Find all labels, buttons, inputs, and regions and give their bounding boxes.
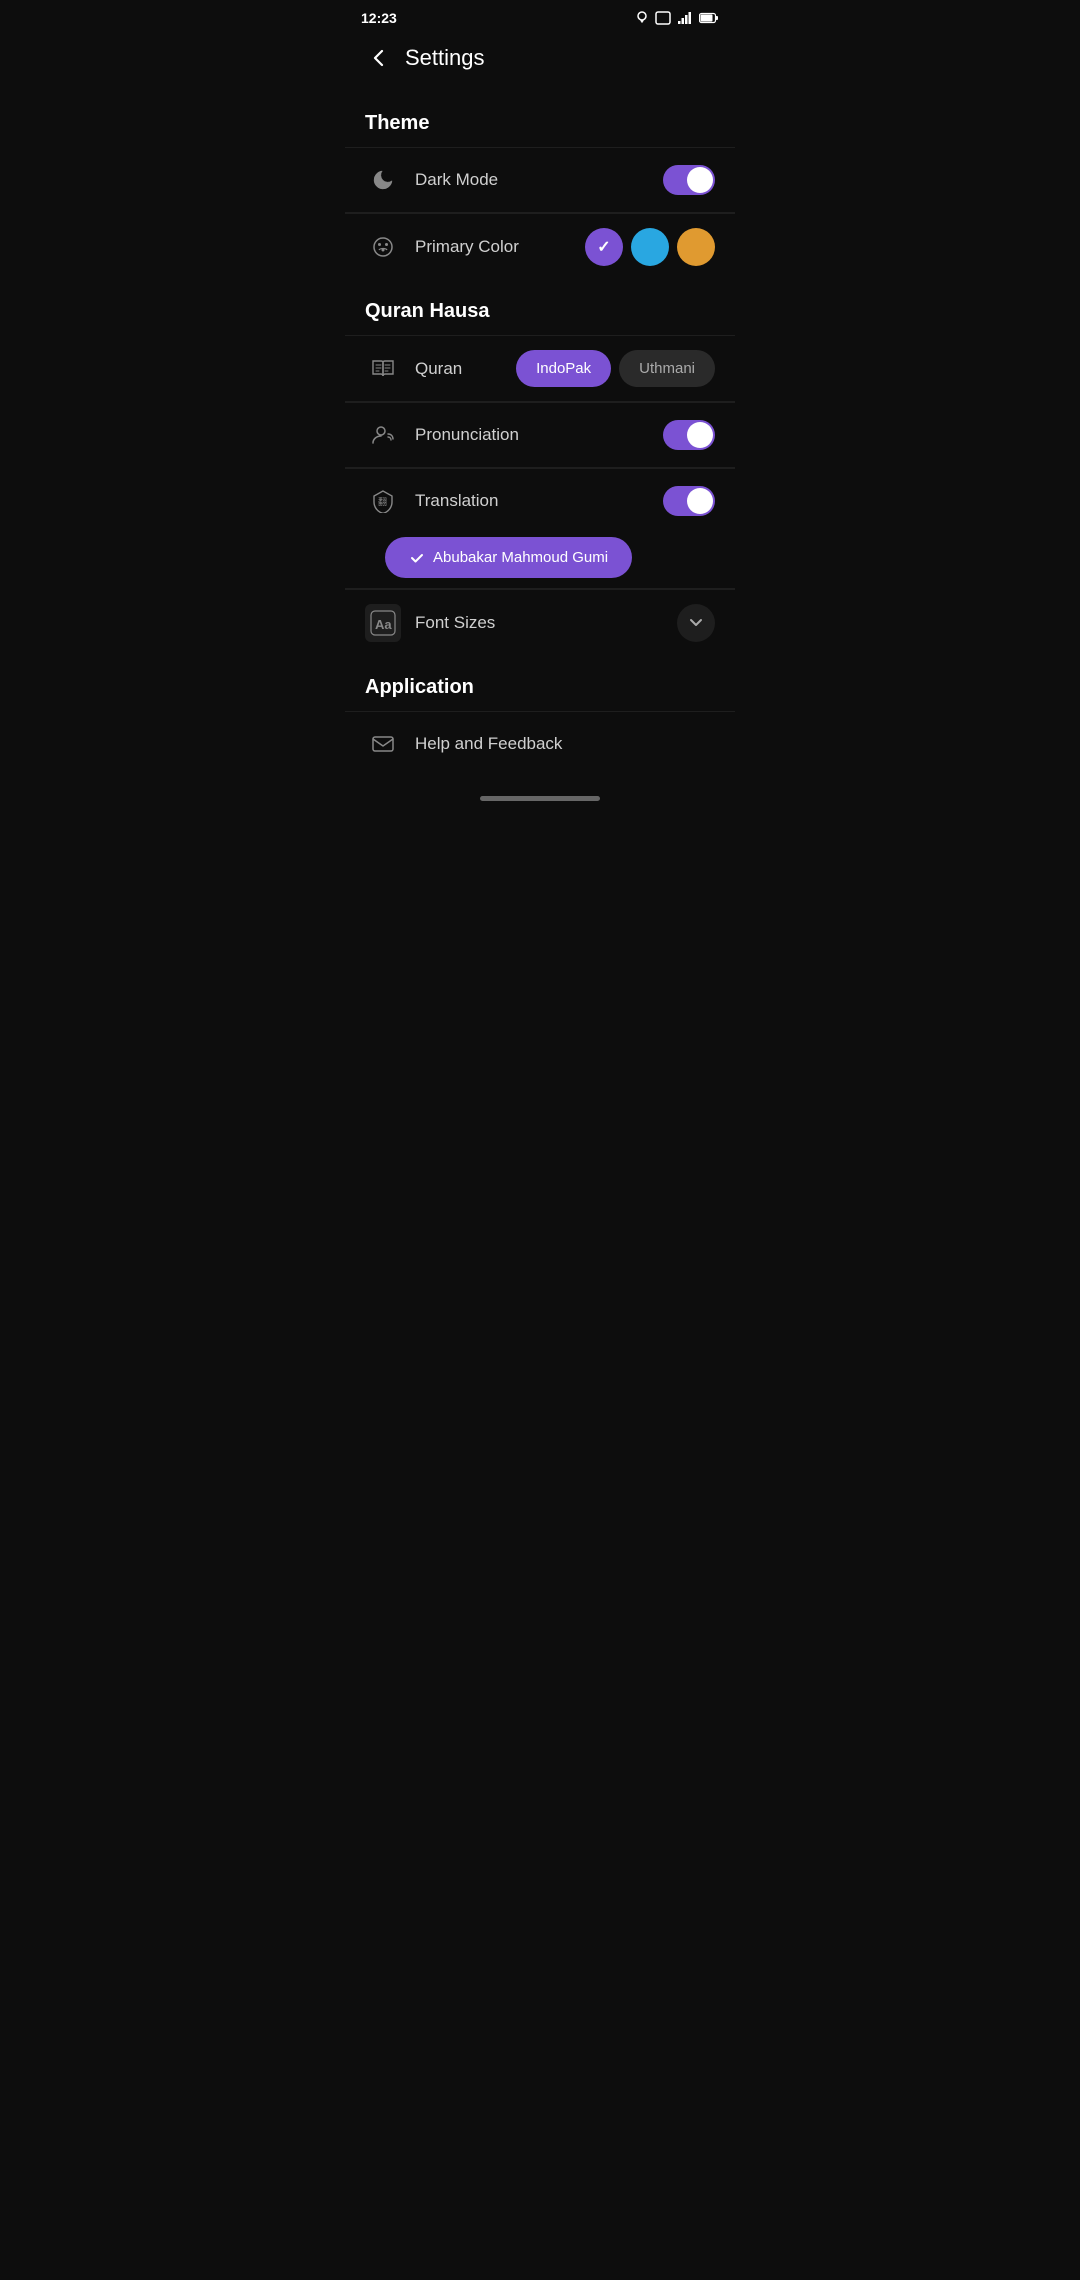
signal-icon (677, 11, 693, 25)
palette-icon (365, 229, 401, 265)
book-icon (365, 351, 401, 387)
svg-text:翻: 翻 (378, 497, 387, 507)
status-time: 12:23 (361, 10, 397, 26)
help-feedback-row[interactable]: Help and Feedback (345, 711, 735, 776)
help-feedback-label: Help and Feedback (415, 734, 715, 754)
font-sizes-icon: Aa (365, 605, 401, 641)
color-orange[interactable] (677, 228, 715, 266)
quran-label: Quran (415, 359, 516, 379)
quran-hausa-section-label: Quran Hausa (345, 280, 735, 335)
dark-mode-toggle[interactable] (663, 165, 715, 195)
page-title: Settings (405, 45, 485, 71)
quran-row: Quran IndoPak Uthmani (345, 335, 735, 401)
primary-color-label: Primary Color (415, 237, 585, 257)
theme-section-label: Theme (345, 92, 735, 147)
portrait-icon (655, 11, 671, 25)
translation-row: 翻 Translation (345, 468, 735, 533)
uthmani-button[interactable]: Uthmani (619, 350, 715, 387)
top-bar: Settings (345, 32, 735, 92)
notification-icon (635, 11, 649, 25)
color-blue[interactable] (631, 228, 669, 266)
dark-mode-label: Dark Mode (415, 170, 663, 190)
translate-icon: 翻 (365, 483, 401, 519)
pronunciation-icon (365, 417, 401, 453)
font-sizes-label: Font Sizes (415, 613, 677, 633)
quran-style-buttons: IndoPak Uthmani (516, 350, 715, 387)
checkmark-icon (409, 550, 425, 566)
svg-text:Aa: Aa (375, 617, 392, 632)
status-icons (635, 11, 719, 25)
translator-button[interactable]: Abubakar Mahmoud Gumi (385, 537, 632, 578)
font-sizes-dropdown[interactable] (677, 604, 715, 642)
pronunciation-label: Pronunciation (415, 425, 663, 445)
translator-name: Abubakar Mahmoud Gumi (433, 549, 608, 566)
application-section-label: Application (345, 656, 735, 711)
translation-selector-row: Abubakar Mahmoud Gumi (345, 537, 735, 578)
envelope-icon (365, 726, 401, 762)
translation-toggle[interactable] (663, 486, 715, 516)
indopak-button[interactable]: IndoPak (516, 350, 611, 387)
dark-mode-row: Dark Mode (345, 147, 735, 212)
color-options (585, 228, 715, 266)
quran-hausa-section: Quran Hausa Quran IndoPak Uthmani (345, 280, 735, 656)
theme-section: Theme Dark Mode Primary Color (345, 92, 735, 280)
moon-icon (365, 162, 401, 198)
application-section: Application Help and Feedback (345, 656, 735, 776)
pronunciation-row: Pronunciation (345, 402, 735, 467)
back-button[interactable] (361, 40, 397, 76)
color-purple[interactable] (585, 228, 623, 266)
battery-icon (699, 12, 719, 24)
translation-label: Translation (415, 491, 663, 511)
home-indicator (480, 796, 600, 801)
status-bar: 12:23 (345, 0, 735, 32)
font-sizes-row[interactable]: Aa Font Sizes (345, 589, 735, 656)
primary-color-row: Primary Color (345, 213, 735, 280)
pronunciation-toggle[interactable] (663, 420, 715, 450)
